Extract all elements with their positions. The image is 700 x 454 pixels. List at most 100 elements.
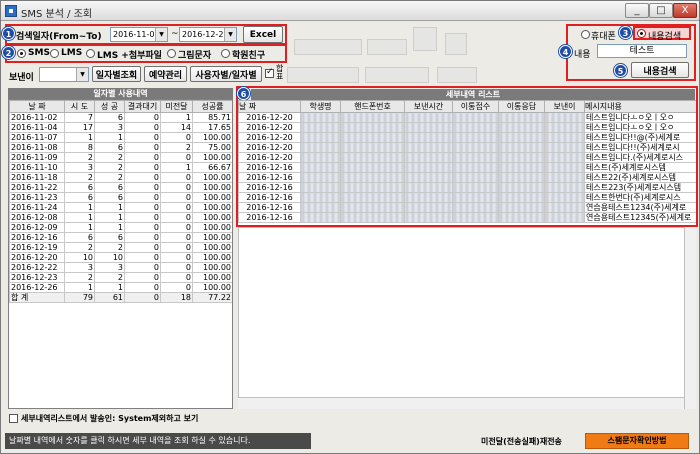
table-cell[interactable]: 2 — [94, 162, 125, 173]
table-cell[interactable]: 8 — [64, 142, 95, 153]
table-cell[interactable]: 0 — [124, 112, 161, 123]
daily-col-attempt[interactable]: 시 도 — [64, 100, 95, 113]
table-cell[interactable]: 1 — [64, 212, 95, 223]
table-row[interactable]: 2016-12-08 1 1 0 0 100.00 — [9, 212, 232, 223]
table-cell[interactable]: 10 — [94, 252, 125, 263]
detail-message-cell[interactable]: 연습용테스트1234(주)세계로 — [584, 202, 696, 213]
detail-message-cell[interactable]: 테스트입니다!!(주)세계로시 — [584, 142, 696, 153]
table-row[interactable]: 2016-12-22 3 3 0 0 100.00 — [9, 262, 232, 273]
detail-col-carrier-recv[interactable]: 이통접수 — [452, 100, 499, 113]
chevron-down-icon[interactable]: ▼ — [155, 28, 167, 41]
table-cell[interactable]: 0 — [124, 142, 161, 153]
table-cell[interactable]: 85.71 — [192, 112, 232, 123]
table-row[interactable]: 2016-11-22 6 6 0 0 100.00 — [9, 182, 232, 193]
table-cell[interactable]: 17 — [64, 122, 95, 133]
table-cell[interactable]: 7 — [64, 112, 95, 123]
detail-col-phone[interactable]: 핸드폰번호 — [340, 100, 405, 113]
table-cell[interactable]: 17.65 — [192, 122, 232, 133]
table-row[interactable]: 2016-12-16 테스트223(주)세계로시스템 — [238, 182, 696, 193]
daily-col-rate[interactable]: 성공률 — [192, 100, 232, 113]
detail-message-cell[interactable]: 테스트입니다ㅗㅇ오ㅣ오ㅇ — [584, 122, 696, 133]
table-cell[interactable]: 14 — [160, 122, 193, 133]
table-cell[interactable]: 2 — [94, 242, 125, 253]
detail-hscrollbar[interactable] — [238, 397, 684, 409]
table-cell[interactable]: 6 — [64, 192, 95, 203]
detail-date-cell[interactable]: 2016-12-20 — [238, 132, 301, 143]
table-cell[interactable]: 100.00 — [192, 152, 232, 163]
table-cell[interactable]: 0 — [160, 202, 193, 213]
table-cell[interactable]: 100.00 — [192, 232, 232, 243]
table-row[interactable]: 2016-11-10 3 2 0 1 66.67 — [9, 162, 232, 173]
detail-date-cell[interactable]: 2016-12-20 — [238, 122, 301, 133]
table-cell[interactable]: 2016-11-23 — [9, 192, 65, 203]
detail-date-cell[interactable]: 2016-12-20 — [238, 152, 301, 163]
table-row[interactable]: 2016-12-23 2 2 0 0 100.00 — [9, 272, 232, 283]
table-cell[interactable]: 3 — [64, 162, 95, 173]
table-cell[interactable]: 2016-11-08 — [9, 142, 65, 153]
daily-col-undelivered[interactable]: 미전달 — [160, 100, 193, 113]
table-cell[interactable]: 100.00 — [192, 252, 232, 263]
table-cell[interactable]: 0 — [160, 172, 193, 183]
table-cell[interactable]: 2016-11-18 — [9, 172, 65, 183]
table-cell[interactable]: 0 — [160, 212, 193, 223]
daily-query-button[interactable]: 일자별조회 — [92, 66, 141, 82]
table-row[interactable]: 2016-12-20 10 10 0 0 100.00 — [9, 252, 232, 263]
table-cell[interactable]: 1 — [94, 222, 125, 233]
table-cell[interactable]: 0 — [124, 272, 161, 283]
date-to-field[interactable]: 2016-12-27 ▼ — [179, 27, 237, 42]
table-row[interactable]: 2016-12-16 테스트한번다(주)세계로시스 — [238, 192, 696, 203]
table-cell[interactable]: 2016-12-08 — [9, 212, 65, 223]
spam-check-button[interactable]: 스팸문자확인방법 — [585, 433, 689, 449]
detail-col-message[interactable]: 메시지내용 — [584, 100, 696, 113]
table-row[interactable]: 2016-11-24 1 1 0 0 100.00 — [9, 202, 232, 213]
detail-date-cell[interactable]: 2016-12-16 — [238, 202, 301, 213]
table-cell[interactable]: 100.00 — [192, 192, 232, 203]
table-row[interactable]: 2016-11-08 8 6 0 2 75.00 — [9, 142, 232, 153]
table-cell[interactable]: 0 — [160, 262, 193, 273]
table-cell[interactable]: 100.00 — [192, 272, 232, 283]
table-cell[interactable]: 6 — [94, 232, 125, 243]
table-cell[interactable]: 0 — [124, 132, 161, 143]
detail-date-cell[interactable]: 2016-12-16 — [238, 192, 301, 203]
detail-table[interactable]: 날 짜 학생명 핸드폰번호 보낸시간 이통접수 이통응답 보낸이 메시지내용 2… — [238, 100, 696, 225]
table-cell[interactable]: 100.00 — [192, 212, 232, 223]
detail-vscrollbar[interactable] — [684, 227, 696, 409]
table-row[interactable]: 2016-12-16 연습용테스트12345(주)세계로 — [238, 212, 696, 223]
table-cell[interactable]: 0 — [124, 192, 161, 203]
detail-message-cell[interactable]: 테스트223(주)세계로시스템 — [584, 182, 696, 193]
exclude-system-checkbox[interactable] — [9, 414, 18, 423]
detail-date-cell[interactable]: 2016-12-16 — [238, 182, 301, 193]
detail-message-cell[interactable]: 테스트입니다!!@(주)세계로 — [584, 132, 696, 143]
title-bar[interactable]: SMS 분석 / 조회 _ □ X — [1, 1, 699, 21]
table-cell[interactable]: 0 — [160, 192, 193, 203]
table-cell[interactable]: 100.00 — [192, 222, 232, 233]
detail-date-cell[interactable]: 2016-12-16 — [238, 162, 301, 173]
detail-col-date[interactable]: 날 짜 — [238, 100, 301, 113]
date-from-field[interactable]: 2016-11-01 ▼ — [110, 27, 168, 42]
radio-phone[interactable] — [581, 30, 590, 39]
detail-date-cell[interactable]: 2016-12-16 — [238, 172, 301, 183]
table-cell[interactable]: 2 — [64, 152, 95, 163]
table-cell[interactable]: 0 — [124, 242, 161, 253]
daily-col-date[interactable]: 날 짜 — [9, 100, 65, 113]
chevron-down-icon[interactable]: ▼ — [76, 68, 88, 81]
table-cell[interactable]: 0 — [124, 162, 161, 173]
table-cell[interactable]: 2 — [160, 142, 193, 153]
table-cell[interactable]: 1 — [64, 222, 95, 233]
detail-col-carrier-resp[interactable]: 이통응답 — [498, 100, 545, 113]
minimize-button[interactable]: _ — [625, 3, 649, 18]
table-row[interactable]: 2016-11-09 2 2 0 0 100.00 — [9, 152, 232, 163]
table-cell[interactable]: 1 — [94, 212, 125, 223]
table-row[interactable]: 2016-12-19 2 2 0 0 100.00 — [9, 242, 232, 253]
maximize-button[interactable]: □ — [649, 3, 673, 18]
table-cell[interactable]: 1 — [64, 282, 95, 293]
table-cell[interactable]: 0 — [160, 232, 193, 243]
table-cell[interactable]: 2 — [94, 152, 125, 163]
table-cell[interactable]: 2 — [94, 172, 125, 183]
table-cell[interactable]: 6 — [94, 142, 125, 153]
table-cell[interactable]: 0 — [124, 122, 161, 133]
table-cell[interactable]: 2016-11-10 — [9, 162, 65, 173]
detail-date-cell[interactable]: 2016-12-20 — [238, 112, 301, 123]
content-input[interactable]: 테스트 — [597, 44, 687, 58]
table-cell[interactable]: 1 — [160, 112, 193, 123]
